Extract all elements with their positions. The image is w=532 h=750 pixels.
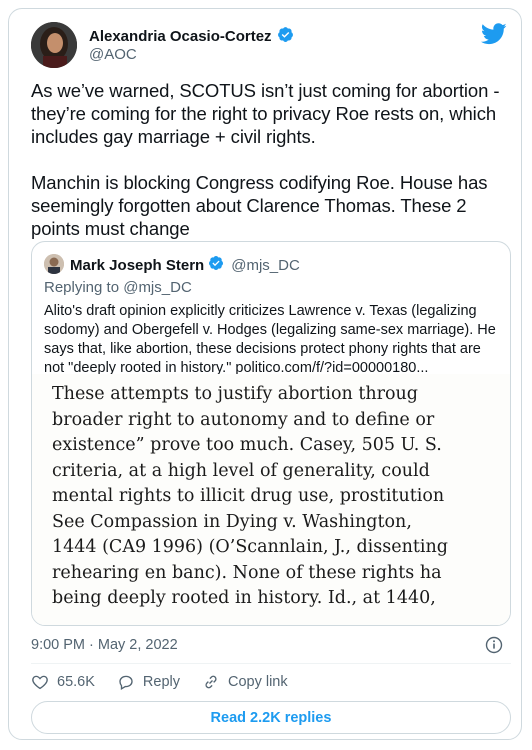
verified-badge-icon (277, 26, 294, 47)
avatar[interactable] (31, 22, 77, 68)
document-line: criteria, at a high level of generality,… (52, 460, 430, 481)
twitter-bird-icon[interactable] (480, 23, 507, 45)
quoted-document-image[interactable]: These attempts to justify abortion throu… (32, 374, 510, 625)
document-line: rehearing en banc). None of these rights… (52, 562, 442, 583)
divider (31, 663, 511, 664)
like-count: 65.6K (57, 674, 95, 690)
quoted-avatar[interactable] (44, 254, 64, 274)
quoted-tweet[interactable]: Mark Joseph Stern @mjs_DC Replying to @m… (31, 241, 511, 626)
reply-label: Reply (142, 674, 180, 690)
timestamp[interactable]: 9:00 PM · May 2, 2022 (31, 637, 178, 653)
copy-link-button[interactable]: Copy link (202, 673, 288, 691)
document-line: broader right to autonomy and to define … (52, 409, 435, 430)
document-line: These attempts to justify abortion throu… (52, 384, 419, 404)
document-line: See Compassion in Dying v. Washington, (52, 511, 412, 532)
copy-link-label: Copy link (227, 674, 288, 690)
document-line: existence” prove too much. Casey, 505 U.… (52, 435, 442, 455)
document-line: mental rights to illicit drug use, prost… (52, 486, 445, 506)
heart-icon (32, 675, 48, 690)
author-name[interactable]: Alexandria Ocasio-Cortez (89, 28, 272, 45)
document-line: 1444 (CA9 1996) (O’Scannlain, J., dissen… (52, 537, 448, 557)
quoted-tweet-text: Alito's draft opinion explicitly critici… (44, 303, 496, 376)
document-line: being deeply rooted in history. Id., at … (52, 588, 436, 608)
verified-badge-icon (208, 255, 224, 275)
tweet-text: As we’ve warned, SCOTUS isn’t just comin… (31, 80, 500, 239)
quoted-author-row[interactable]: Mark Joseph Stern @mjs_DC (70, 255, 300, 275)
document-text: These attempts to justify abortion throu… (52, 382, 448, 612)
read-replies-button[interactable]: Read 2.2K replies (31, 701, 511, 734)
like-button[interactable]: 65.6K (31, 673, 95, 691)
author-handle[interactable]: @AOC (89, 46, 137, 63)
reply-icon (119, 675, 133, 691)
quoted-author-handle[interactable]: @mjs_DC (231, 257, 300, 274)
replying-to: Replying to @mjs_DC (44, 279, 192, 296)
info-icon[interactable] (485, 636, 503, 654)
reply-button[interactable]: Reply (117, 673, 180, 691)
quoted-author-name[interactable]: Mark Joseph Stern (70, 257, 204, 274)
tweet-card: Alexandria Ocasio-Cortez @AOC As we’ve w… (8, 8, 522, 740)
link-icon (205, 675, 217, 689)
action-bar: 65.6K Reply Copy link (31, 673, 310, 691)
author-name-row[interactable]: Alexandria Ocasio-Cortez (89, 26, 294, 47)
